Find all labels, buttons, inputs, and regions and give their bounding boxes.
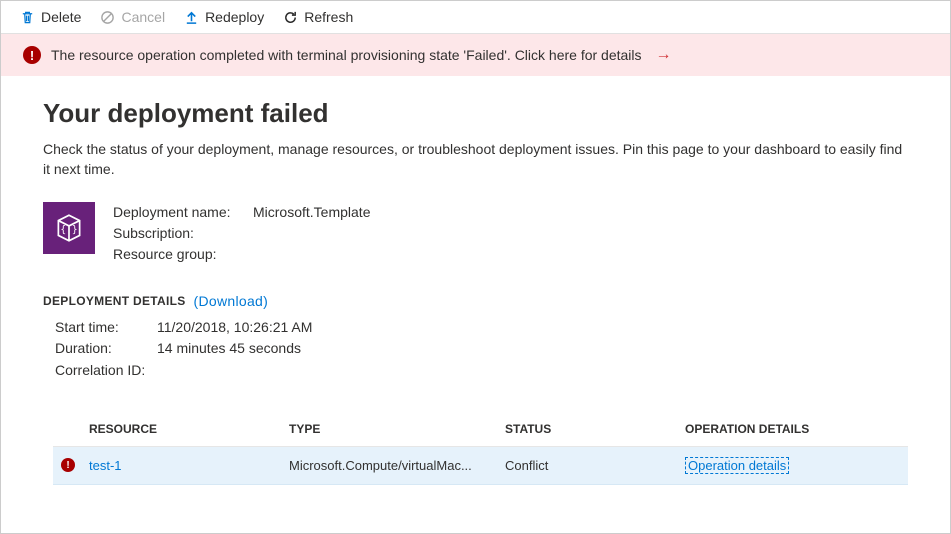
col-status: STATUS: [505, 422, 685, 436]
error-icon: !: [23, 46, 41, 64]
cancel-icon: [99, 9, 115, 25]
error-banner[interactable]: ! The resource operation completed with …: [1, 34, 950, 76]
deployment-name-label: Deployment name:: [113, 202, 253, 223]
summary-details: Deployment name: Microsoft.Template Subs…: [113, 202, 370, 265]
toolbar: Delete Cancel Redeploy Refresh: [1, 1, 950, 34]
duration-value: 14 minutes 45 seconds: [157, 338, 301, 360]
details-section-header: DEPLOYMENT DETAILS (Download): [43, 293, 908, 309]
resource-status: Conflict: [505, 458, 685, 473]
cancel-label: Cancel: [121, 9, 165, 25]
col-resource: RESOURCE: [89, 422, 289, 436]
refresh-button[interactable]: Refresh: [282, 9, 353, 25]
resources-table: RESOURCE TYPE STATUS OPERATION DETAILS !…: [53, 412, 908, 485]
arrow-right-icon: →: [656, 46, 672, 64]
template-icon: { }: [43, 202, 95, 254]
start-time-value: 11/20/2018, 10:26:21 AM: [157, 317, 312, 339]
start-time-label: Start time:: [55, 317, 157, 339]
deployment-name-value: Microsoft.Template: [253, 202, 370, 223]
operation-details-link[interactable]: Operation details: [685, 457, 789, 474]
main-content: Your deployment failed Check the status …: [1, 76, 950, 485]
redeploy-button[interactable]: Redeploy: [183, 9, 264, 25]
details-list: Start time: 11/20/2018, 10:26:21 AM Dura…: [43, 317, 908, 382]
delete-label: Delete: [41, 9, 81, 25]
cancel-button: Cancel: [99, 9, 165, 25]
summary-block: { } Deployment name: Microsoft.Template …: [43, 202, 908, 265]
trash-icon: [19, 9, 35, 25]
resource-link[interactable]: test-1: [89, 458, 289, 473]
subscription-label: Subscription:: [113, 223, 253, 244]
details-title: DEPLOYMENT DETAILS: [43, 294, 186, 308]
redeploy-icon: [183, 9, 199, 25]
table-row[interactable]: ! test-1 Microsoft.Compute/virtualMac...…: [53, 447, 908, 485]
resource-group-label: Resource group:: [113, 244, 253, 265]
download-link[interactable]: (Download): [194, 293, 269, 309]
svg-text:{ }: { }: [60, 224, 77, 235]
page-title: Your deployment failed: [43, 98, 908, 129]
refresh-icon: [282, 9, 298, 25]
duration-label: Duration:: [55, 338, 157, 360]
status-error-icon: !: [61, 458, 75, 472]
resource-type: Microsoft.Compute/virtualMac...: [289, 458, 505, 473]
refresh-label: Refresh: [304, 9, 353, 25]
col-operation: OPERATION DETAILS: [685, 422, 908, 436]
table-header-row: RESOURCE TYPE STATUS OPERATION DETAILS: [53, 412, 908, 447]
delete-button[interactable]: Delete: [19, 9, 81, 25]
error-message: The resource operation completed with te…: [51, 47, 642, 63]
correlation-label: Correlation ID:: [55, 360, 157, 382]
page-subtitle: Check the status of your deployment, man…: [43, 139, 908, 180]
col-type: TYPE: [289, 422, 505, 436]
redeploy-label: Redeploy: [205, 9, 264, 25]
